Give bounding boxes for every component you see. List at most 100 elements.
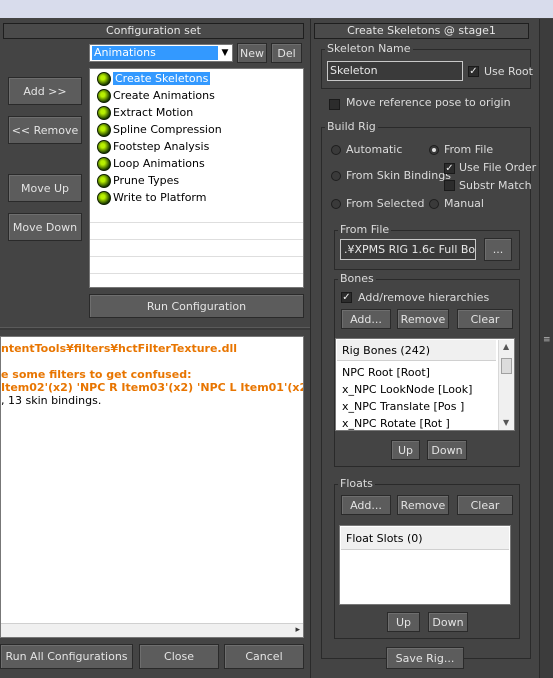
manual-radio[interactable] <box>429 199 439 209</box>
rig-bones-list[interactable]: Rig Bones (242) NPC Root [Root] x_NPC Lo… <box>335 338 515 431</box>
add-remove-hierarchies-checkbox[interactable]: ✓ <box>341 292 352 303</box>
new-config-button[interactable]: New <box>237 43 267 63</box>
automatic-label: Automatic <box>346 143 403 156</box>
skeleton-name-label: Skeleton Name <box>325 42 413 55</box>
filter-item-loop-animations[interactable]: Loop Animations <box>90 155 303 172</box>
move-up-button[interactable]: Move Up <box>8 174 82 202</box>
rig-bones-header[interactable]: Rig Bones (242) <box>337 340 496 361</box>
window-titlebar <box>0 0 553 18</box>
close-button[interactable]: Close <box>139 644 219 669</box>
scroll-down-icon[interactable]: ▼ <box>503 418 509 427</box>
config-set-header: Configuration set <box>3 23 304 39</box>
browse-file-button[interactable]: ... <box>484 238 512 261</box>
from-skin-bindings-label: From Skin Bindings <box>346 169 451 182</box>
filter-item-label: Write to Platform <box>113 191 207 204</box>
from-selected-radio[interactable] <box>331 199 341 209</box>
use-file-order-label: Use File Order <box>459 161 537 174</box>
list-gridline <box>90 222 303 223</box>
window-vertical-scrollbar[interactable]: ≡ <box>539 19 553 678</box>
panel-divider <box>310 19 311 678</box>
bones-down-button[interactable]: Down <box>427 440 467 460</box>
filter-gear-icon <box>97 173 111 188</box>
move-down-button[interactable]: Move Down <box>8 213 82 241</box>
from-selected-label: From Selected <box>346 197 425 210</box>
scroll-grip-icon[interactable]: ≡ <box>543 335 551 345</box>
chevron-down-icon: ▼ <box>221 48 229 58</box>
bone-item[interactable]: x_NPC Translate [Pos ] <box>342 400 464 413</box>
filter-item-prune-types[interactable]: Prune Types <box>90 172 303 189</box>
filter-gear-icon <box>97 190 111 205</box>
use-root-checkbox[interactable]: ✓ <box>468 66 479 77</box>
bones-add-button[interactable]: Add... <box>341 309 391 329</box>
floats-remove-button[interactable]: Remove <box>397 495 449 515</box>
bones-clear-button[interactable]: Clear <box>457 309 513 329</box>
log-horizontal-scrollbar[interactable]: ▸ <box>1 623 303 637</box>
floats-group-label: Floats <box>338 477 375 490</box>
scroll-right-icon[interactable]: ▸ <box>295 625 300 635</box>
config-set-select[interactable]: Animations ▼ <box>89 44 233 62</box>
manual-label: Manual <box>444 197 484 210</box>
filter-gear-icon <box>97 156 111 171</box>
move-reference-checkbox[interactable] <box>329 99 340 110</box>
filter-list[interactable]: Create Skeletons Create Animations Extra… <box>89 68 304 288</box>
filter-item-label: Extract Motion <box>113 106 194 119</box>
bone-item[interactable]: x_NPC LookNode [Look] <box>342 383 472 396</box>
filter-gear-icon <box>97 122 111 137</box>
filter-item-create-animations[interactable]: Create Animations <box>90 87 303 104</box>
automatic-radio[interactable] <box>331 145 341 155</box>
cancel-button[interactable]: Cancel <box>224 644 304 669</box>
run-configuration-button[interactable]: Run Configuration <box>89 294 304 318</box>
config-set-value: Animations <box>92 46 218 60</box>
use-file-order-checkbox[interactable]: ✓ <box>444 163 455 174</box>
filter-item-label: Create Animations <box>113 89 215 102</box>
substr-match-checkbox[interactable] <box>444 180 455 191</box>
scroll-thumb[interactable] <box>501 358 512 374</box>
floats-up-button[interactable]: Up <box>387 612 420 632</box>
filter-item-write-to-platform[interactable]: Write to Platform <box>90 189 303 206</box>
log-line: , 13 skin bindings. <box>1 394 102 407</box>
log-output: ntentTools¥filters¥hctFilterTexture.dll … <box>0 336 304 638</box>
floats-add-button[interactable]: Add... <box>341 495 391 515</box>
delete-config-button[interactable]: Del <box>271 43 302 63</box>
filter-gear-icon <box>97 88 111 103</box>
list-gridline <box>90 273 303 274</box>
use-root-label: Use Root <box>484 65 533 78</box>
filter-item-create-skeletons[interactable]: Create Skeletons <box>90 70 303 87</box>
from-file-group-label: From File <box>338 223 392 236</box>
save-rig-button[interactable]: Save Rig... <box>386 647 464 669</box>
floats-down-button[interactable]: Down <box>428 612 468 632</box>
filter-item-label: Prune Types <box>113 174 180 187</box>
bones-up-button[interactable]: Up <box>391 440 420 460</box>
from-file-radio[interactable] <box>429 145 439 155</box>
filter-item-label: Loop Animations <box>113 157 205 170</box>
splitter[interactable] <box>0 327 310 330</box>
from-file-label: From File <box>444 143 494 156</box>
filter-item-footstep-analysis[interactable]: Footstep Analysis <box>90 138 303 155</box>
filter-gear-icon <box>97 139 111 154</box>
bone-item[interactable]: NPC Root [Root] <box>342 366 430 379</box>
rig-file-path-input[interactable]: .¥XPMS RIG 1.6c Full Bone <box>340 239 476 260</box>
filter-item-label: Footstep Analysis <box>113 140 210 153</box>
stage-header: Create Skeletons @ stage1 <box>314 23 529 39</box>
scroll-up-icon[interactable]: ▲ <box>503 342 509 351</box>
filter-item-spline-compression[interactable]: Spline Compression <box>90 121 303 138</box>
filter-item-label: Create Skeletons <box>113 72 211 85</box>
run-all-configurations-button[interactable]: Run All Configurations <box>0 644 133 669</box>
bone-item[interactable]: x_NPC Rotate [Rot ] <box>342 417 450 430</box>
remove-filter-button[interactable]: << Remove <box>8 116 82 144</box>
filter-item-extract-motion[interactable]: Extract Motion <box>90 104 303 121</box>
floats-clear-button[interactable]: Clear <box>457 495 513 515</box>
build-rig-label: Build Rig <box>325 120 378 133</box>
float-slots-list[interactable]: Float Slots (0) <box>339 525 511 605</box>
rig-bones-scrollbar[interactable]: ▲ ▼ <box>498 340 514 430</box>
float-slots-header[interactable]: Float Slots (0) <box>341 527 509 550</box>
skeleton-name-input[interactable]: Skeleton <box>327 61 463 81</box>
from-skin-bindings-radio[interactable] <box>331 171 341 181</box>
add-filter-button[interactable]: Add >> <box>8 77 82 105</box>
bones-remove-button[interactable]: Remove <box>397 309 449 329</box>
move-reference-label: Move reference pose to origin <box>346 96 511 109</box>
filter-item-label: Spline Compression <box>113 123 222 136</box>
log-line: ntentTools¥filters¥hctFilterTexture.dll <box>1 342 238 355</box>
bones-group-label: Bones <box>338 272 376 285</box>
filter-gear-icon <box>97 105 111 120</box>
